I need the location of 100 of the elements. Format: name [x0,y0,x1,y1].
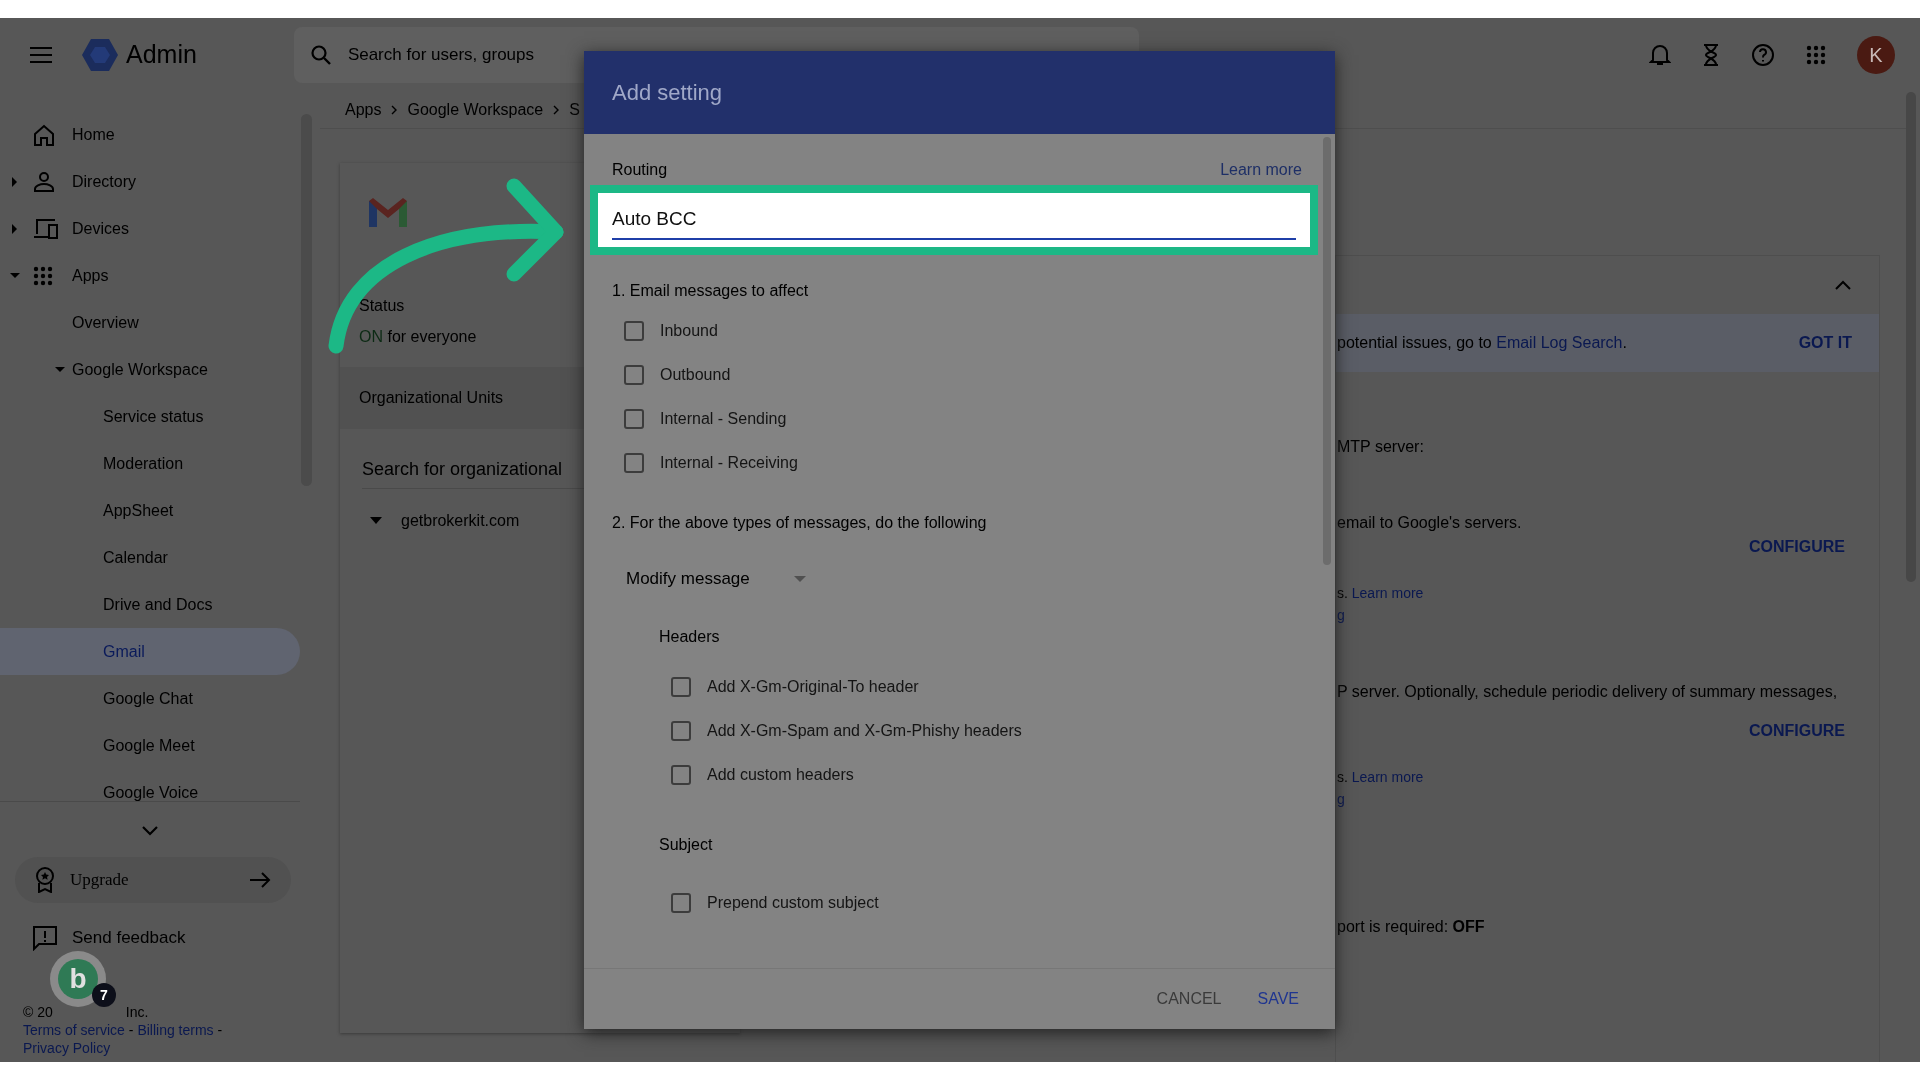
search-placeholder: Search for users, groups [347,44,535,67]
mail-logo-icon [367,195,409,229]
learn-more-link[interactable]: Learn more [1351,769,1424,785]
logo-icon [82,38,118,72]
sidebar-item[interactable]: Directory [72,158,136,205]
breadcrumb-link[interactable]: Google Workspace [407,98,544,122]
link-text[interactable]: g [1337,605,1345,626]
checkbox-label: Internal - Sending [660,409,787,429]
checkbox[interactable] [624,321,644,341]
dialog-title: Add setting [612,79,723,107]
separator-text: - [216,1021,223,1039]
apps-grid-icon[interactable] [1806,45,1826,65]
sidebar-item[interactable]: Apps [72,252,109,299]
configure-button[interactable]: CONFIGURE [1749,534,1845,559]
upgrade-button[interactable]: Upgrade [15,857,291,903]
home-icon [33,123,55,146]
setting-description: s. Learn more [1337,768,1424,787]
checkbox-label: Add X-Gm-Original-To header [707,677,919,697]
setting-description: s. Learn more [1337,584,1424,603]
devices-icon [33,217,59,240]
section-heading: 2. For the above types of messages, do the following [612,514,987,531]
arrow-right-icon [249,871,271,889]
sidebar-item[interactable]: Google Meet [103,722,195,769]
group-heading: Headers [659,628,720,645]
setting-text: MTP server: [1337,436,1424,457]
expand-caret-icon[interactable] [55,366,65,373]
checkbox-label: Inbound [660,321,718,341]
sidebar-item[interactable]: Moderation [103,440,184,487]
feedback-icon[interactable] [32,925,58,951]
person-icon [33,171,55,192]
cancel-button[interactable]: CANCEL [1156,987,1222,1011]
routing-name-field[interactable]: Auto BCC [612,200,1296,240]
sidebar-item[interactable]: AppSheet [103,487,174,534]
checkbox[interactable] [624,453,644,473]
expand-caret-icon[interactable] [12,223,18,234]
footer-link[interactable]: Billing terms [137,1021,214,1039]
banner-text: potential issues, go to Email Log Search. [1337,333,1627,353]
section-title: Organizational Units [359,388,504,408]
search-icon [309,44,332,66]
expand-caret-icon[interactable] [370,517,382,525]
status-label: Status [359,296,405,316]
menu-icon[interactable] [29,46,53,64]
action-dropdown[interactable]: Modify message [626,561,806,597]
section-heading: 1. Email messages to affect [612,282,809,299]
collapse-icon[interactable] [1835,280,1851,290]
send-feedback-link[interactable]: Send feedback [72,925,186,951]
checkbox[interactable] [671,721,691,741]
award-icon [35,867,55,893]
sidebar-item[interactable]: Google Voice [103,769,199,801]
link-text[interactable]: g [1337,789,1345,810]
setting-description: P server. Optionally, schedule periodic delivery of summary messages, [1337,681,1838,702]
apps-grid-icon [33,265,53,286]
checkbox[interactable] [624,365,644,385]
save-button[interactable]: SAVE [1257,987,1299,1011]
breadcrumb-link[interactable]: S [569,98,580,122]
sidebar-item[interactable]: Google Chat [103,675,193,722]
checkbox[interactable] [671,765,691,785]
help-icon[interactable] [1751,43,1775,67]
product-name: Admin [126,39,197,71]
checkbox[interactable] [671,893,691,913]
checkbox-label: Outbound [660,365,731,385]
sidebar-item[interactable]: Service status [103,393,204,440]
checkbox-label: Add custom headers [707,765,854,785]
status-value: ON for everyone [359,327,477,347]
org-unit-item[interactable]: getbrokerkit.com [401,509,520,533]
sidebar-item[interactable]: Home [72,111,115,158]
chevron-right-icon [553,105,560,115]
configure-button[interactable]: CONFIGURE [1749,718,1845,743]
notifications-icon[interactable] [1649,43,1671,67]
account-avatar[interactable]: K [1857,36,1895,74]
sidebar-item[interactable]: Gmail [0,628,300,675]
checkbox-label: Add X-Gm-Spam and X-Gm-Phishy headers [707,721,1022,741]
learn-more-link[interactable]: Learn more [1220,158,1302,182]
expand-caret-icon[interactable] [12,176,18,187]
sidebar-item[interactable]: Devices [72,205,129,252]
notification-count: 7 [92,983,116,1007]
copyright-text: Inc. [125,1003,149,1021]
hourglass-icon[interactable] [1702,43,1720,67]
privacy-policy-link[interactable]: Privacy Policy [23,1040,111,1056]
got-it-button[interactable]: GOT IT [1798,331,1852,355]
chevron-down-icon[interactable] [141,825,159,837]
dropdown-caret-icon [794,575,806,583]
setting-text: port is required: OFF [1337,916,1485,937]
breadcrumb-link[interactable]: Apps [345,98,382,122]
sidebar-item[interactable]: Overview [72,299,139,346]
sidebar-item[interactable]: Google Workspace [72,346,208,393]
footer-link[interactable]: Terms of service [23,1021,125,1039]
setting-description: email to Google's servers. [1337,512,1522,533]
field-label: Routing [612,160,668,180]
sidebar-item[interactable]: Calendar [103,534,168,581]
learn-more-link[interactable]: Learn more [1351,585,1424,601]
chevron-right-icon [391,105,398,115]
checkbox[interactable] [671,677,691,697]
checkbox-label: Prepend custom subject [707,893,879,913]
expand-caret-icon[interactable] [10,272,20,279]
group-heading: Subject [659,836,713,853]
sidebar-item[interactable]: Drive and Docs [103,581,213,628]
copyright-text: © 20 [23,1003,53,1021]
checkbox[interactable] [624,409,644,429]
separator-text: - [127,1021,135,1039]
